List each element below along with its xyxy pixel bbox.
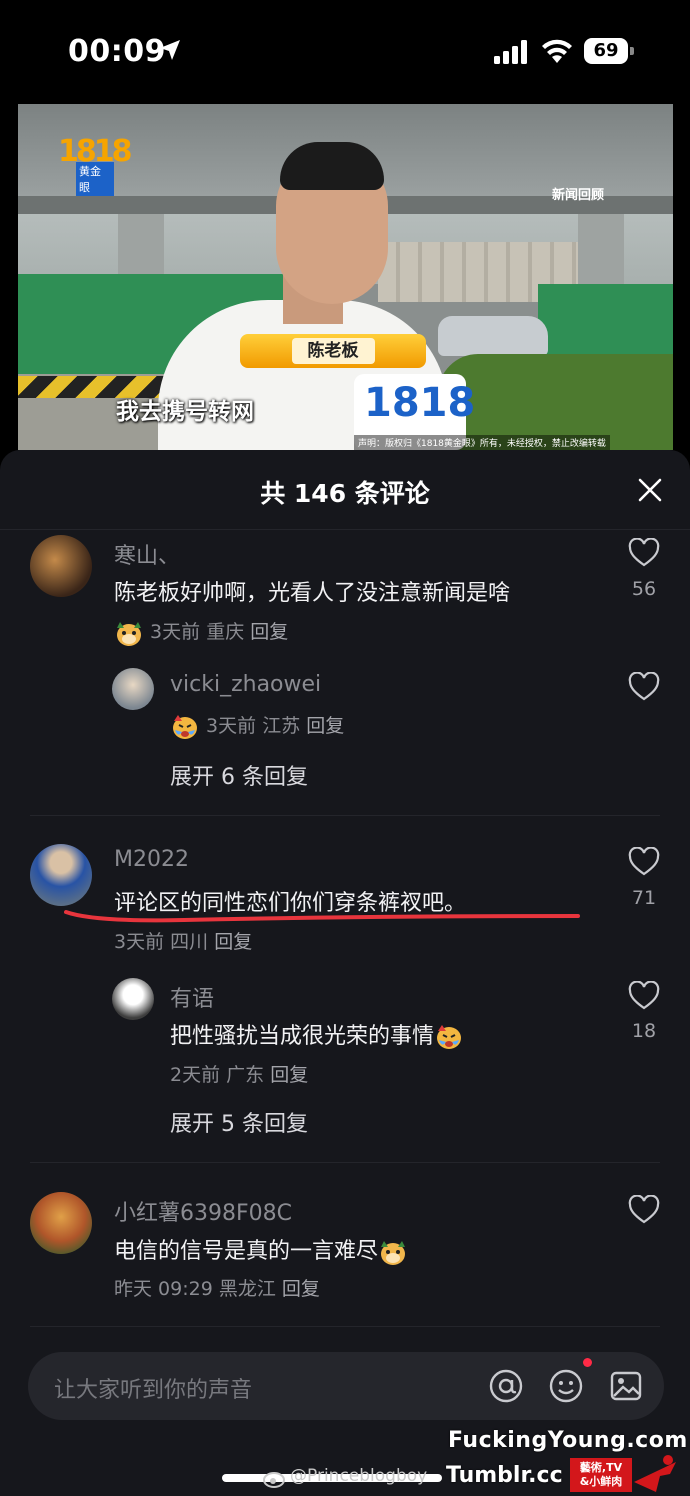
video-subtitle: 我去携号转网 <box>116 399 254 425</box>
comment-input-placeholder[interactable]: 让大家听到你的声音 <box>54 1372 252 1404</box>
comment-username[interactable]: 寒山、 <box>114 538 180 570</box>
reply-button[interactable]: 回复 <box>250 621 288 643</box>
reply-time: 3天前 <box>206 715 257 737</box>
expand-replies-button[interactable]: 展开 6 条回复 <box>170 759 308 791</box>
close-icon[interactable] <box>636 476 664 504</box>
comment-location: 四川 <box>170 931 209 953</box>
reply-button[interactable]: 回复 <box>214 931 252 953</box>
heart-icon[interactable] <box>628 672 660 702</box>
mention-at-icon[interactable] <box>488 1368 524 1404</box>
copyright-disclaimer: 声明：版权归《1818黄金眼》所有，未经授权，禁止改编转载 <box>354 435 610 450</box>
notification-dot <box>583 1358 592 1367</box>
name-caption-text: 陈老板 <box>291 338 375 364</box>
reply-text-content: 把性骚扰当成很光荣的事情 <box>170 1024 435 1049</box>
crying-emoji-icon <box>437 1025 462 1049</box>
watermark-logo-icon <box>634 1455 676 1492</box>
avatar[interactable] <box>112 978 154 1020</box>
comment-text-content: 电信的信号是真的一言难尽 <box>114 1239 379 1264</box>
red-underline-annotation <box>64 910 580 923</box>
comment-time: 3天前 <box>150 621 201 643</box>
location-arrow-icon <box>160 40 180 60</box>
watermark-badge-line2: &小鲜肉 <box>579 1475 623 1488</box>
comment-time: 昨天 09:29 <box>114 1278 213 1300</box>
reply-button[interactable]: 回复 <box>306 715 344 737</box>
heart-icon[interactable] <box>628 538 660 568</box>
watermark-site: FuckingYoung.com <box>448 1428 688 1453</box>
channel-logo-tag: 黄金眼 <box>76 162 114 196</box>
reply-meta: 3天前 江苏 回复 <box>170 711 344 742</box>
comment-meta: 昨天 09:29 黑龙江 回复 <box>114 1274 320 1301</box>
image-picker-icon[interactable] <box>608 1368 644 1404</box>
reply-location: 江苏 <box>262 715 301 737</box>
heart-icon[interactable] <box>628 1195 660 1225</box>
reply-username[interactable]: 有语 <box>170 981 214 1013</box>
reply-time: 2天前 <box>170 1064 221 1086</box>
like-count: 56 <box>631 578 657 600</box>
comment-location: 黑龙江 <box>218 1278 276 1300</box>
news-review-tag: 新闻回顾 <box>552 188 605 203</box>
reply-text[interactable]: 把性骚扰当成很光荣的事情 <box>170 1018 464 1052</box>
watermark-handle: @Princeblogboy <box>290 1466 428 1486</box>
reply-button[interactable]: 回复 <box>270 1064 308 1086</box>
reply-username[interactable]: vicki_zhaowei <box>170 672 321 697</box>
video-person-hair <box>280 142 384 190</box>
weibo-icon <box>263 1472 285 1488</box>
video-fence <box>538 284 673 354</box>
divider <box>30 1326 660 1327</box>
cellular-signal-icon <box>494 40 527 64</box>
reply-meta: 2天前 广东 回复 <box>170 1060 308 1087</box>
channel-logo: 1818 黄金眼 <box>58 134 132 196</box>
comment-username[interactable]: 小红薯6398F08C <box>114 1195 292 1227</box>
comment-time: 3天前 <box>114 931 165 953</box>
watermark-badge-line1: 藝術,TV <box>579 1461 623 1474</box>
avatar[interactable] <box>30 535 92 597</box>
heart-icon[interactable] <box>628 847 660 877</box>
status-time: 00:09 <box>68 34 166 69</box>
divider <box>30 815 660 816</box>
avatar[interactable] <box>30 1192 92 1254</box>
like-count: 18 <box>631 1020 657 1042</box>
watermark-tumblr: Tumblr.cc <box>446 1463 563 1488</box>
video-car <box>438 316 548 356</box>
like-count: 71 <box>631 887 657 909</box>
comments-count-title: 共 146 条评论 <box>260 479 430 508</box>
wifi-icon <box>542 39 572 63</box>
comment-text[interactable]: 电信的信号是真的一言难尽 <box>114 1233 408 1267</box>
reply-location: 广东 <box>226 1064 265 1086</box>
battery-indicator: 69 <box>584 38 634 64</box>
comment-location: 重庆 <box>206 621 245 643</box>
heart-icon[interactable] <box>628 981 660 1011</box>
avatar[interactable] <box>112 668 154 710</box>
comments-header: 共 146 条评论 <box>0 450 690 530</box>
comment-meta: 3天前 四川 回复 <box>114 927 252 954</box>
dog-emoji-icon <box>381 1241 406 1265</box>
divider <box>30 1162 660 1163</box>
video-player[interactable]: 1818 黄金眼 新闻回顾 陈老板 1818 我去携号转网 声明：版权归《181… <box>18 104 673 450</box>
comment-text[interactable]: 陈老板好帅啊，光看人了没注意新闻是啥 <box>114 575 510 607</box>
comment-meta: 3天前 重庆 回复 <box>114 617 288 648</box>
battery-level: 69 <box>584 38 628 64</box>
microphone-logo-text: 1818 <box>364 380 476 426</box>
expand-replies-button[interactable]: 展开 5 条回复 <box>170 1106 308 1138</box>
battery-cap <box>630 47 634 55</box>
reply-button[interactable]: 回复 <box>282 1278 320 1300</box>
status-bar: 00:09 69 <box>0 0 690 100</box>
name-caption: 陈老板 <box>240 334 426 368</box>
crying-emoji-icon <box>173 714 197 739</box>
watermark-badge: 藝術,TV &小鲜肉 <box>570 1458 632 1492</box>
emoji-picker-icon[interactable] <box>548 1368 584 1404</box>
dog-emoji-icon <box>117 621 141 646</box>
comment-username[interactable]: M2022 <box>114 847 189 872</box>
comment-input-bar[interactable]: 让大家听到你的声音 <box>28 1352 664 1420</box>
